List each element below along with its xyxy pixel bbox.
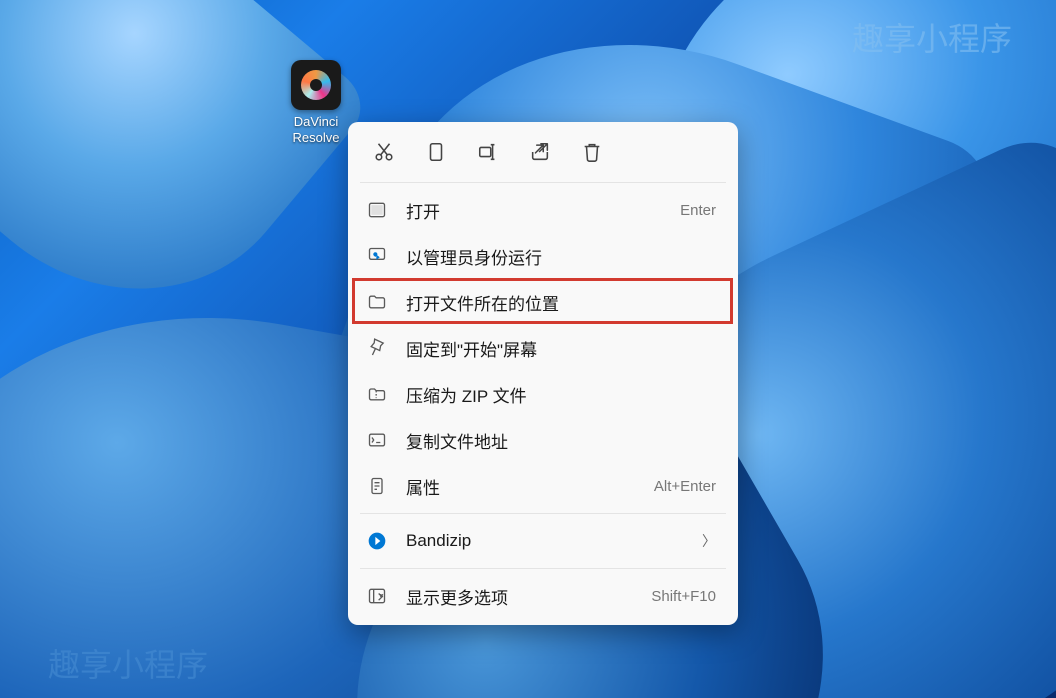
action-bar xyxy=(354,128,732,178)
desktop-icon-label: DaVinci Resolve xyxy=(276,114,356,145)
menu-item-run-as-admin[interactable]: 以管理员身份运行 xyxy=(354,233,732,279)
separator xyxy=(360,568,726,569)
delete-button[interactable] xyxy=(570,132,614,172)
menu-label: 打开文件所在的位置 xyxy=(406,290,716,315)
menu-shortcut: Shift+F10 xyxy=(651,588,716,605)
copy-button[interactable] xyxy=(414,132,458,172)
separator xyxy=(360,182,726,183)
share-button[interactable] xyxy=(518,132,562,172)
menu-label: 以管理员身份运行 xyxy=(406,244,716,269)
desktop-icon-davinci[interactable]: DaVinci Resolve xyxy=(276,60,356,145)
pin-icon xyxy=(366,337,388,359)
menu-item-copy-path[interactable]: 复制文件地址 xyxy=(354,417,732,463)
cut-button[interactable] xyxy=(362,132,406,172)
menu-item-open-location[interactable]: 打开文件所在的位置 xyxy=(354,279,732,325)
open-icon xyxy=(366,199,388,221)
menu-shortcut: Enter xyxy=(680,202,716,219)
menu-item-more-options[interactable]: 显示更多选项 Shift+F10 xyxy=(354,573,732,619)
more-icon xyxy=(366,585,388,607)
chevron-right-icon: 〉 xyxy=(702,531,716,551)
menu-label: 显示更多选项 xyxy=(406,584,651,609)
context-menu: 打开 Enter 以管理员身份运行 打开文件所在的位置 固定到"开始"屏幕 压缩… xyxy=(348,122,738,625)
menu-label: 固定到"开始"屏幕 xyxy=(406,336,716,361)
menu-item-compress-zip[interactable]: 压缩为 ZIP 文件 xyxy=(354,371,732,417)
folder-icon xyxy=(366,291,388,313)
menu-item-open[interactable]: 打开 Enter xyxy=(354,187,732,233)
menu-item-properties[interactable]: 属性 Alt+Enter xyxy=(354,463,732,509)
menu-shortcut: Alt+Enter xyxy=(654,478,716,495)
davinci-resolve-icon xyxy=(291,60,341,110)
bandizip-icon xyxy=(366,530,388,552)
menu-label: 属性 xyxy=(406,474,654,499)
separator xyxy=(360,513,726,514)
menu-item-pin-start[interactable]: 固定到"开始"屏幕 xyxy=(354,325,732,371)
menu-label: 复制文件地址 xyxy=(406,428,716,453)
rename-button[interactable] xyxy=(466,132,510,172)
zip-icon xyxy=(366,383,388,405)
copy-path-icon xyxy=(366,429,388,451)
menu-label: 压缩为 ZIP 文件 xyxy=(406,382,716,407)
menu-label: 打开 xyxy=(406,198,680,223)
admin-icon xyxy=(366,245,388,267)
properties-icon xyxy=(366,475,388,497)
menu-label: Bandizip xyxy=(406,531,702,551)
menu-item-bandizip[interactable]: Bandizip 〉 xyxy=(354,518,732,564)
